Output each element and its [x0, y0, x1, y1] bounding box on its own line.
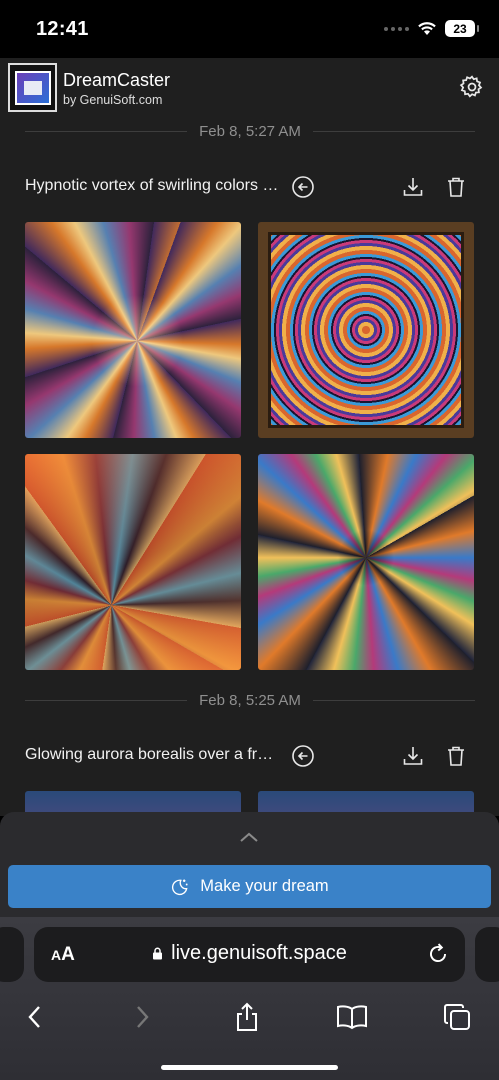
- chevron-right-icon: [137, 1006, 149, 1028]
- moon-stars-icon: [172, 879, 188, 895]
- chevron-left-icon: [28, 1006, 40, 1028]
- download-button[interactable]: [400, 743, 426, 769]
- expand-sheet-button[interactable]: [238, 830, 260, 844]
- dream-header: Hypnotic vortex of swirling colors and s…: [25, 172, 475, 202]
- dream-header: Glowing aurora borealis over a frozen la…: [25, 741, 475, 771]
- date-label: Feb 8, 5:25 AM: [199, 691, 301, 709]
- browser-chrome: AA live.genuisoft.space: [0, 917, 499, 1080]
- lock-icon: [153, 947, 163, 960]
- url-text: live.genuisoft.space: [34, 942, 465, 965]
- previous-tab[interactable]: [0, 927, 24, 982]
- settings-button[interactable]: [459, 74, 485, 100]
- date-separator: Feb 8, 5:25 AM: [25, 690, 476, 710]
- bookmarks-button[interactable]: [332, 997, 372, 1037]
- battery-icon: 23: [445, 20, 479, 37]
- prompt-text[interactable]: Glowing aurora borealis over a frozen la…: [25, 746, 280, 764]
- browser-toolbar: [0, 997, 499, 1037]
- arrow-left-circle-icon: [292, 745, 314, 767]
- bottom-sheet: Make your dream: [0, 812, 499, 917]
- cellular-signal-icon: [384, 26, 409, 31]
- app-subtitle: by GenuiSoft.com: [63, 93, 163, 107]
- reload-button[interactable]: [425, 941, 451, 967]
- next-tab[interactable]: [475, 927, 499, 982]
- delete-button[interactable]: [443, 743, 469, 769]
- delete-button[interactable]: [443, 174, 469, 200]
- chevron-up-icon: [240, 832, 258, 842]
- arrow-left-circle-icon: [292, 176, 314, 198]
- dream-image[interactable]: [25, 454, 241, 670]
- prompt-text[interactable]: Hypnotic vortex of swirling colors and s…: [25, 177, 280, 195]
- forward-button[interactable]: [122, 997, 162, 1037]
- make-dream-button[interactable]: Make your dream: [8, 865, 491, 908]
- share-button[interactable]: [227, 997, 267, 1037]
- trash-icon: [448, 177, 464, 197]
- address-bar[interactable]: AA live.genuisoft.space: [34, 927, 465, 982]
- dream-image[interactable]: [258, 454, 474, 670]
- reload-icon: [430, 943, 447, 962]
- status-bar: 12:41 23: [0, 0, 499, 58]
- download-icon: [403, 178, 423, 196]
- gear-icon: [459, 75, 483, 98]
- home-indicator: [161, 1065, 338, 1070]
- back-button[interactable]: [15, 997, 55, 1037]
- app-title: DreamCaster: [63, 70, 171, 90]
- share-icon: [237, 1002, 257, 1031]
- book-icon: [337, 1005, 367, 1030]
- date-label: Feb 8, 5:27 AM: [199, 122, 301, 140]
- app-header: DreamCaster by GenuiSoft.com: [0, 58, 499, 116]
- status-time: 12:41: [36, 18, 89, 40]
- download-button[interactable]: [400, 174, 426, 200]
- wifi-icon: [418, 22, 436, 35]
- app-logo[interactable]: [8, 63, 57, 112]
- tabs-icon: [444, 1004, 470, 1030]
- dream-image[interactable]: [25, 222, 241, 438]
- make-dream-label: Make your dream: [200, 877, 329, 895]
- date-separator: Feb 8, 5:27 AM: [25, 121, 476, 141]
- status-indicators: 23: [384, 20, 479, 37]
- tabs-button[interactable]: [437, 997, 477, 1037]
- reuse-prompt-button[interactable]: [290, 174, 316, 200]
- reuse-prompt-button[interactable]: [290, 743, 316, 769]
- dream-feed[interactable]: Feb 8, 5:27 AM Hypnotic vortex of swirli…: [0, 116, 499, 816]
- download-icon: [403, 747, 423, 765]
- trash-icon: [448, 746, 464, 766]
- dream-image[interactable]: [258, 222, 474, 438]
